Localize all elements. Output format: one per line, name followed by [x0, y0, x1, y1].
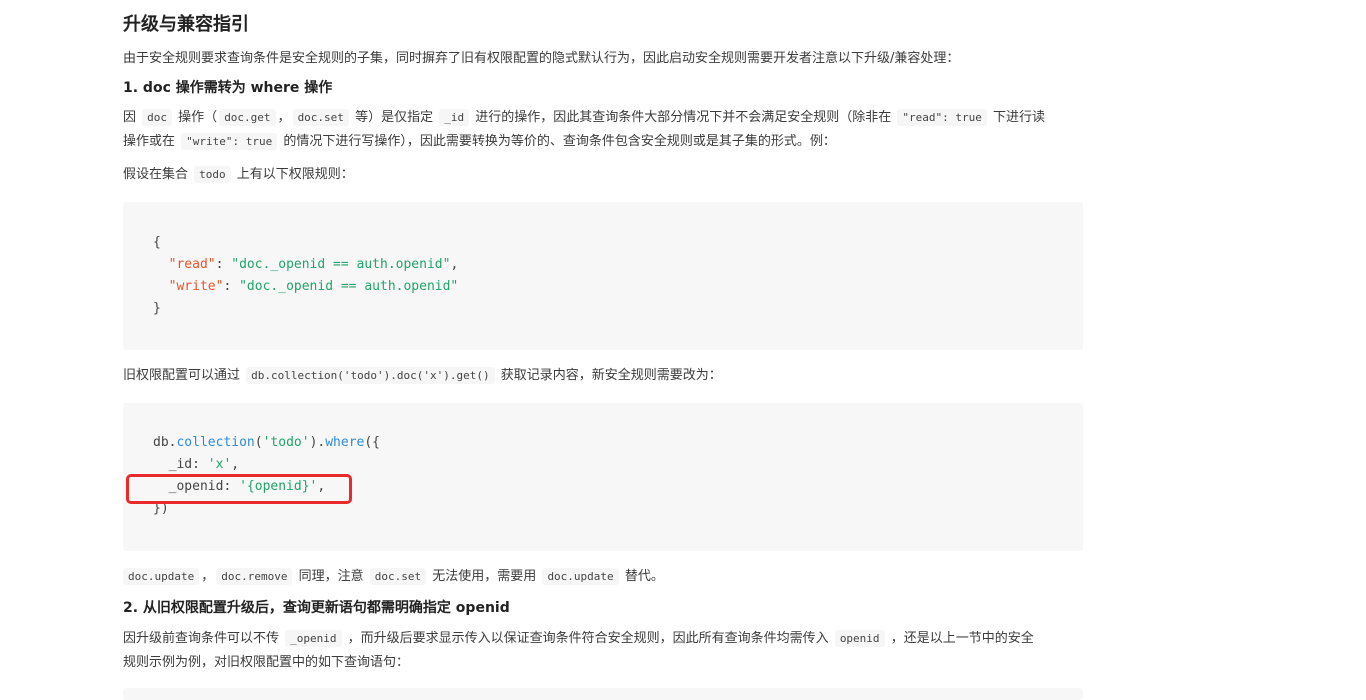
page-heading: 升级与兼容指引 — [123, 14, 249, 35]
inline-code: doc.set — [292, 109, 349, 126]
section2-paragraph1: 因升级前查询条件可以不传 _openid ，而升级后要求显示传入以保证查询条件符… — [123, 630, 1034, 670]
inline-code: db.collection('todo').doc('x').get() — [246, 367, 495, 384]
inline-code: _id — [439, 109, 470, 126]
section1-title: 1. doc 操作需转为 where 操作 — [123, 80, 333, 96]
inline-code: doc.update — [123, 568, 200, 585]
intro-paragraph: 由于安全规则要求查询条件是安全规则的子集，同时摒弃了旧有权限配置的隐式默认行为，… — [123, 51, 960, 66]
section1-paragraph1: 因 doc 操作（ doc.get， doc.set 等）是仅指定 _id 进行的操… — [123, 109, 1046, 150]
inline-code: doc.set — [369, 568, 427, 585]
code-block-rules: { "read": "doc._openid == auth.openid", … — [123, 202, 1083, 350]
inline-code: "write": true — [181, 133, 278, 150]
inline-code: todo — [194, 166, 231, 183]
section1-paragraph2: 假设在集合 todo 上有以下权限规则： — [123, 166, 354, 183]
inline-code: doc.get — [219, 109, 276, 126]
inline-code: doc.remove — [216, 568, 293, 585]
inline-code: "read": true — [897, 109, 987, 126]
section2-title: 2. 从旧权限配置升级后，查询更新语句都需明确指定 openid — [123, 600, 510, 616]
inline-code: doc.update — [542, 568, 619, 585]
inline-code: doc — [142, 109, 173, 126]
inline-code: _openid — [285, 630, 342, 647]
section1-paragraph3: 旧权限配置可以通过 db.collection('todo').doc('x')… — [123, 367, 722, 384]
code-block-next — [123, 688, 1083, 700]
inline-code: openid — [834, 630, 885, 647]
section1-paragraph4: doc.update， doc.remove 同理，注意 doc.set 无法使用… — [123, 565, 1085, 589]
highlight-annotation-box — [126, 474, 352, 504]
